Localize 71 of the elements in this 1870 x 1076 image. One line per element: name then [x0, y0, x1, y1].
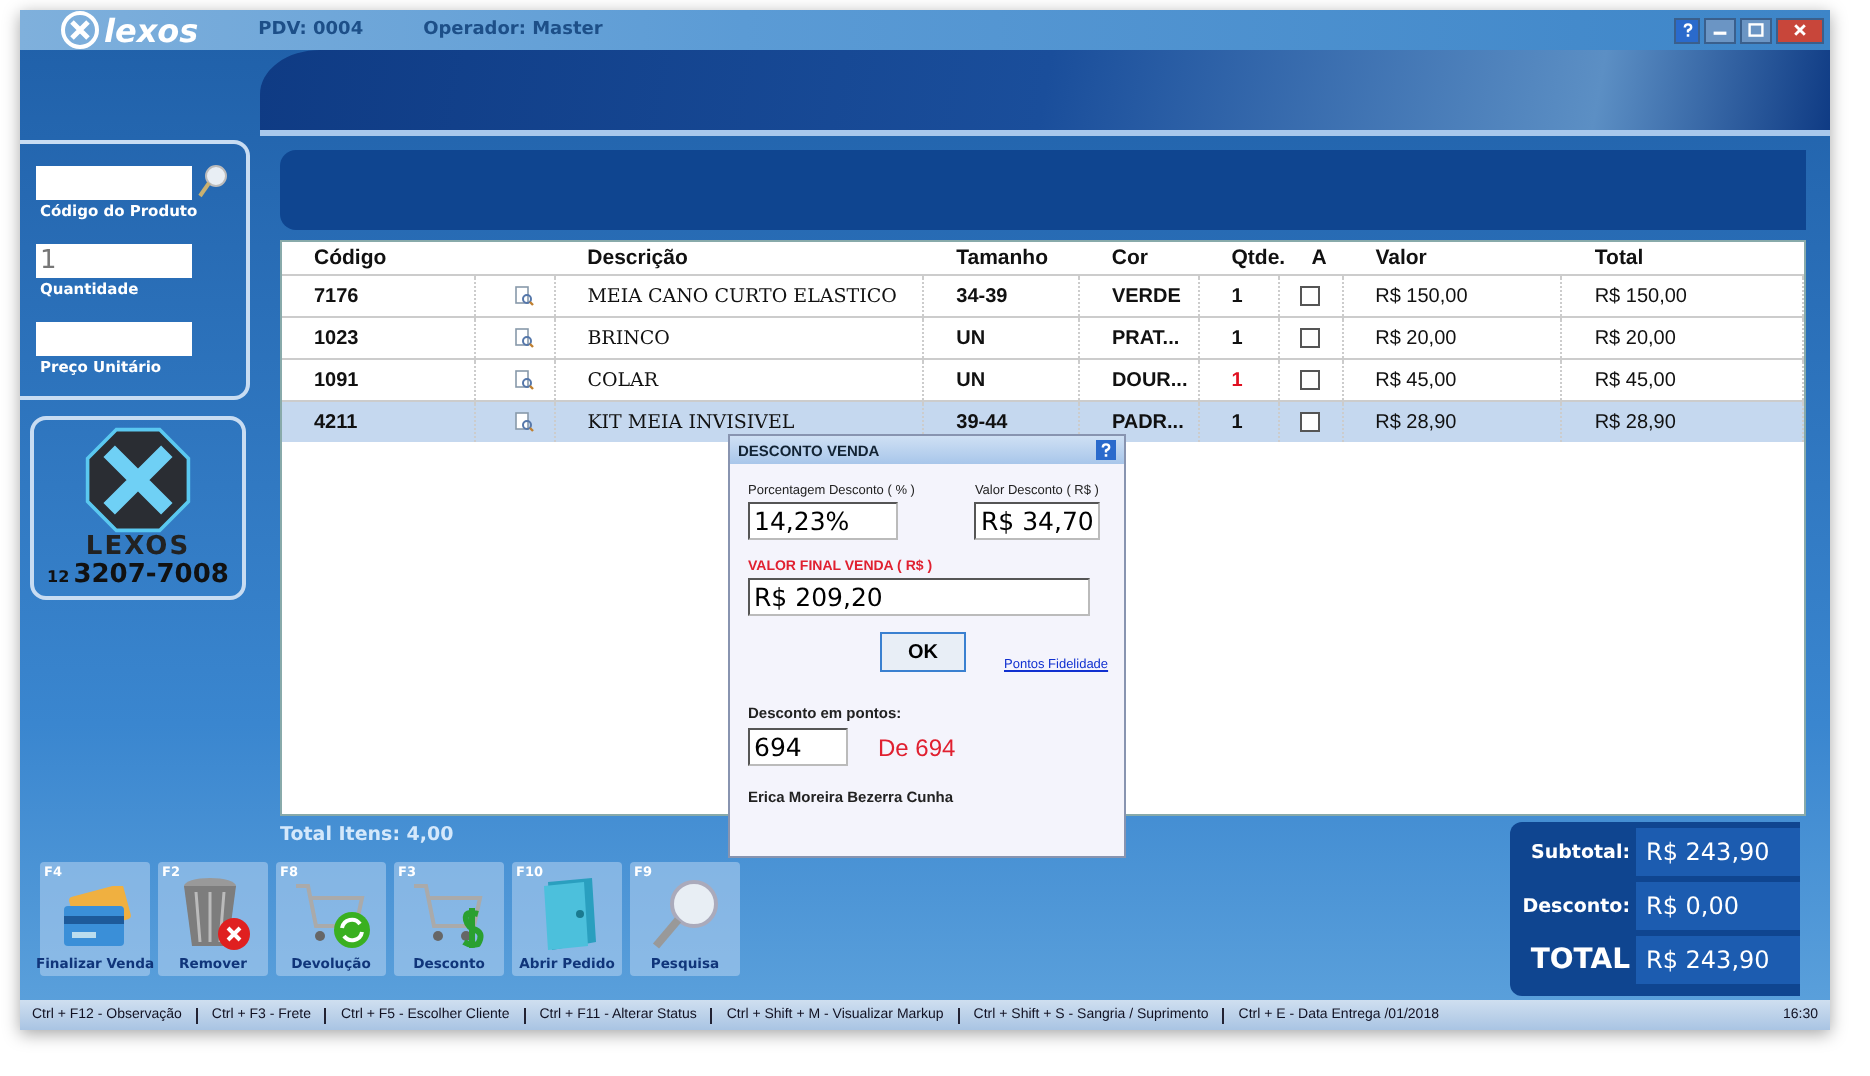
total-items-text: Total Itens: 4,00: [280, 824, 456, 846]
table-row[interactable]: 7176 MEIA CANO CURTO ELASTICO 34-39 VERDE 1 R$ 150,00 R$ 150,00: [282, 274, 1804, 316]
table-cell: R$ 150,00: [1343, 276, 1563, 316]
table-cell: 4211: [282, 402, 476, 442]
checkbox[interactable]: [1300, 286, 1321, 306]
help-button[interactable]: [1674, 17, 1700, 43]
phone-number: 3207-7008: [73, 560, 229, 590]
table-cell: 1: [1199, 318, 1280, 358]
table-cell: PRAT...: [1079, 318, 1200, 358]
column-header: Código: [312, 246, 389, 270]
points-available-text: De 694: [878, 733, 956, 761]
table-cell: R$ 20,00: [1562, 318, 1804, 358]
maximize-button[interactable]: [1740, 17, 1772, 43]
table-cell: BRINCO: [555, 318, 925, 358]
input-field[interactable]: 1: [36, 244, 192, 278]
document-magnifier-icon[interactable]: [513, 412, 534, 432]
table-cell: R$ 28,90: [1343, 402, 1563, 442]
discount-value-input[interactable]: R$ 34,70: [974, 502, 1101, 540]
minimize-button[interactable]: [1704, 17, 1736, 43]
brand-name: LEXOS: [85, 534, 191, 560]
logo-text: lexos: [104, 11, 199, 49]
close-icon: [1792, 22, 1808, 38]
pdv-label: PDV: 0004: [258, 20, 364, 40]
checkbox[interactable]: [1300, 328, 1321, 348]
table-cell: MEIA CANO CURTO ELASTICO: [555, 276, 925, 316]
table-cell: 34-39: [924, 276, 1080, 316]
total-value: R$ 0,00: [1636, 882, 1800, 930]
table-cell: 7176: [282, 276, 476, 316]
points-input[interactable]: 694: [748, 728, 848, 766]
total-label: Desconto:: [1520, 895, 1632, 917]
table-cell: UN: [924, 318, 1080, 358]
close-button[interactable]: [1776, 17, 1824, 43]
column-header: Descrição: [585, 246, 690, 270]
total-value: R$ 243,90: [1636, 936, 1800, 984]
search-icon[interactable]: [196, 164, 228, 200]
ok-button[interactable]: OK: [880, 632, 966, 672]
phone-area-code: 12: [47, 568, 70, 586]
table-cell: 1: [1199, 402, 1280, 442]
table-cell: R$ 20,00: [1343, 318, 1563, 358]
column-header: Cor: [1109, 246, 1150, 270]
table-cell: 1023: [282, 318, 476, 358]
table-cell: R$ 28,90: [1562, 402, 1804, 442]
help-icon: [1679, 22, 1695, 38]
maximize-icon: [1748, 22, 1764, 38]
table-cell: VERDE: [1079, 276, 1200, 316]
column-header: Qtde.: [1229, 246, 1280, 270]
help-icon: [1098, 442, 1114, 458]
checkbox[interactable]: [1300, 412, 1321, 432]
checkbox[interactable]: [1300, 370, 1321, 390]
total-label: Subtotal:: [1529, 841, 1632, 863]
final-value-input[interactable]: R$ 209,20: [748, 578, 1090, 616]
column-header: Tamanho: [954, 246, 1050, 270]
document-magnifier-icon[interactable]: [513, 370, 534, 390]
document-magnifier-icon[interactable]: [513, 286, 534, 306]
help-button[interactable]: [1096, 440, 1116, 460]
table-cell: R$ 150,00: [1562, 276, 1804, 316]
total-label: TOTAL: [1528, 944, 1632, 976]
x-logo-icon: [60, 10, 100, 50]
column-header: A: [1309, 246, 1329, 270]
operator-label: Operador: Master: [423, 20, 603, 40]
octagon-x-logo-icon: [84, 426, 192, 534]
table-cell: 1: [1199, 276, 1280, 316]
document-magnifier-icon[interactable]: [513, 328, 534, 348]
table-row[interactable]: 4211 KIT MEIA INVISIVEL 39-44 PADR... 1 R$ 28,90 R$ 28,90: [282, 400, 1804, 442]
table-row[interactable]: 1023 BRINCO UN PRAT... 1 R$ 20,00 R$ 20,00: [282, 316, 1804, 358]
column-header: Total: [1592, 246, 1646, 270]
total-value: R$ 243,90: [1636, 828, 1800, 876]
column-header: Valor: [1373, 246, 1429, 270]
input-field[interactable]: [36, 165, 192, 199]
input-field[interactable]: [36, 322, 192, 356]
percent-input[interactable]: 14,23%: [748, 502, 898, 540]
